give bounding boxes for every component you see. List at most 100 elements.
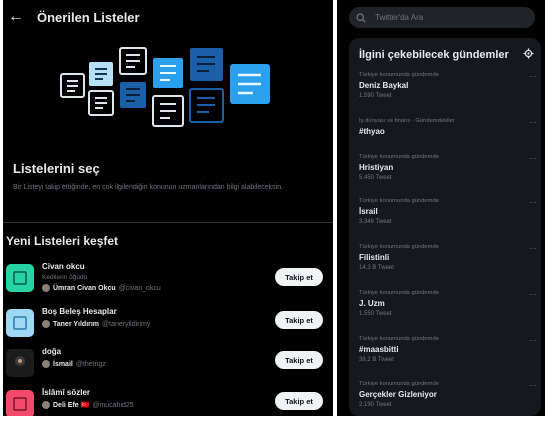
list-description: Kedilerin öğüdü — [42, 274, 88, 281]
list-name[interactable]: Boş Beleş Hesaplar — [42, 307, 117, 316]
lists-illustration — [60, 47, 270, 127]
owner-handle: @mucahid25 — [92, 401, 134, 409]
trend-name: #thyao — [359, 127, 385, 136]
list-item[interactable]: Civan okcu Kedilerin öğüdü Ümran Civan O… — [3, 262, 333, 300]
trend-item[interactable]: İş dünyası ve finans · Gündemdekiler #th… — [359, 118, 537, 158]
trends-panel: İlgini çekebilecek gündemler Türkiye kon… — [349, 38, 541, 416]
list-name[interactable]: Civan okcu — [42, 262, 85, 271]
trend-item[interactable]: Türkiye konumunda gündemde İsrail 3.346 … — [359, 198, 537, 238]
more-icon[interactable]: ··· — [529, 290, 537, 299]
trend-context: Türkiye konumunda gündemde — [359, 244, 439, 250]
choose-lists-section: Listelerini seç Bir Listeyi takip ettiği… — [13, 161, 323, 193]
trend-context: Türkiye konumunda gündemde — [359, 290, 439, 296]
trend-count: 5.450 Tweet — [359, 175, 392, 181]
trend-name: Deniz Baykal — [359, 81, 409, 90]
list-doc-icon — [60, 73, 85, 98]
list-thumbnail — [6, 309, 34, 337]
trend-name: Hristiyan — [359, 163, 394, 172]
search-icon — [349, 12, 373, 23]
list-item[interactable]: İslâmî sözler Deli Efe 🇹🇷 @mucahid25 Tak… — [3, 388, 333, 416]
more-icon[interactable]: ··· — [529, 154, 537, 163]
trend-item[interactable]: Türkiye konumunda gündemde Filistinli 14… — [359, 244, 537, 284]
trend-name: #maasbitti — [359, 345, 399, 354]
sidebar: İlgini çekebilecek gündemler Türkiye kon… — [337, 0, 545, 416]
search-bar[interactable] — [349, 7, 535, 28]
trend-count: 1.550 Tweet — [359, 311, 392, 317]
trend-count: 1.590 Tweet — [359, 93, 392, 99]
trend-name: İsrail — [359, 207, 378, 216]
owner-name: Taner Yıldırım — [53, 320, 100, 328]
owner-name: İsmail — [53, 360, 73, 368]
trend-item[interactable]: Türkiye konumunda gündemde Gerçekler Giz… — [359, 381, 537, 416]
app-window: ← Önerilen Listeler Listelerini seç Bir … — [0, 0, 545, 421]
list-name[interactable]: İslâmî sözler — [42, 388, 90, 397]
page-header: ← Önerilen Listeler — [3, 0, 333, 34]
more-icon[interactable]: ··· — [529, 381, 537, 390]
page-title: Önerilen Listeler — [37, 9, 140, 25]
avatar — [42, 401, 50, 409]
trend-item[interactable]: Türkiye konumunda gündemde #maasbitti 38… — [359, 336, 537, 376]
owner-handle: @taneryildirimy — [102, 320, 151, 328]
more-icon[interactable]: ··· — [529, 72, 537, 81]
list-thumbnail — [6, 390, 34, 416]
owner-handle: @thetngz — [75, 360, 106, 368]
list-owner: Deli Efe 🇹🇷 @mucahid25 — [42, 401, 134, 409]
trends-header: İlgini çekebilecek gündemler — [359, 46, 534, 64]
list-doc-icon — [89, 62, 113, 86]
trend-count: 38,2 B Tweet — [359, 357, 394, 363]
choose-title: Listelerini seç — [13, 161, 100, 176]
trend-count: 14,3 B Tweet — [359, 265, 394, 271]
list-name[interactable]: doğa — [42, 347, 61, 356]
trend-name: Gerçekler Gizleniyor — [359, 390, 437, 399]
list-owner: Taner Yıldırım @taneryildirimy — [42, 320, 150, 328]
list-doc-icon — [152, 95, 184, 127]
search-input[interactable] — [373, 12, 527, 23]
avatar — [42, 320, 50, 328]
trend-context: Türkiye konumunda gündemde — [359, 154, 439, 160]
list-doc-icon — [120, 82, 146, 108]
follow-button[interactable]: Takip et — [275, 268, 323, 286]
list-doc-icon — [189, 88, 224, 123]
main-column: ← Önerilen Listeler Listelerini seç Bir … — [3, 0, 333, 416]
list-doc-icon — [88, 90, 114, 116]
avatar — [42, 360, 50, 368]
owner-name: Deli Efe 🇹🇷 — [53, 402, 90, 409]
trend-item[interactable]: Türkiye konumunda gündemde Deniz Baykal … — [359, 72, 537, 112]
list-item[interactable]: doğa İsmail @thetngz Takip et — [3, 347, 333, 385]
trend-context: Türkiye konumunda gündemde — [359, 381, 439, 387]
discover-title: Yeni Listeleri keşfet — [6, 234, 119, 248]
trend-name: Filistinli — [359, 253, 390, 262]
trend-count: 3.346 Tweet — [359, 219, 392, 225]
trend-context: Türkiye konumunda gündemde — [359, 198, 439, 204]
trend-count: 2.190 Tweet — [359, 402, 392, 408]
list-thumbnail — [6, 264, 34, 292]
owner-name: Ümran Civan Okcu — [53, 284, 116, 292]
trend-context: Türkiye konumunda gündemde — [359, 72, 439, 78]
list-doc-icon — [119, 47, 147, 75]
trends-title: İlgini çekebilecek gündemler — [359, 49, 509, 61]
list-doc-icon — [190, 48, 223, 81]
follow-button[interactable]: Takip et — [275, 351, 323, 369]
back-arrow-icon[interactable]: ← — [3, 8, 29, 26]
list-thumbnail — [6, 349, 34, 377]
avatar — [42, 284, 50, 292]
trend-item[interactable]: Türkiye konumunda gündemde Hristiyan 5.4… — [359, 154, 537, 194]
list-owner: İsmail @thetngz — [42, 360, 106, 368]
trend-context: İş dünyası ve finans · Gündemdekiler — [359, 118, 455, 124]
list-doc-icon — [153, 58, 183, 88]
list-owner: Ümran Civan Okcu @civan_okcu — [42, 284, 161, 292]
more-icon[interactable]: ··· — [529, 198, 537, 207]
more-icon[interactable]: ··· — [529, 336, 537, 345]
trend-context: Türkiye konumunda gündemde — [359, 336, 439, 342]
list-item[interactable]: Boş Beleş Hesaplar Taner Yıldırım @taner… — [3, 307, 333, 345]
trend-item[interactable]: Türkiye konumunda gündemde J. Uzm 1.550 … — [359, 290, 537, 330]
more-icon[interactable]: ··· — [529, 244, 537, 253]
follow-button[interactable]: Takip et — [275, 392, 323, 410]
list-doc-icon — [230, 64, 270, 104]
more-icon[interactable]: ··· — [529, 118, 537, 127]
gear-icon[interactable] — [523, 46, 534, 64]
follow-button[interactable]: Takip et — [275, 311, 323, 329]
divider — [3, 222, 333, 223]
choose-description: Bir Listeyi takip ettiğinde, en çok ilgi… — [13, 184, 284, 191]
owner-handle: @civan_okcu — [118, 284, 161, 292]
